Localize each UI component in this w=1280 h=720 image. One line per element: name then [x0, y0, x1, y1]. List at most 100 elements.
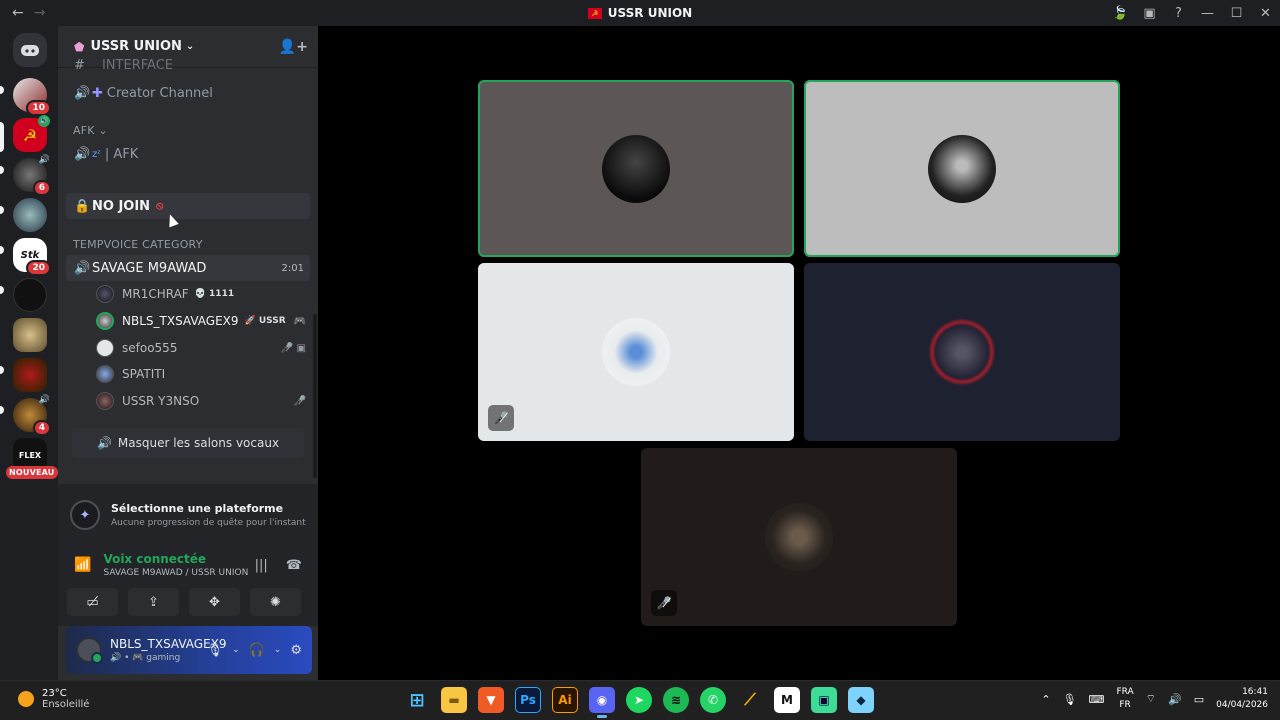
voice-member[interactable]: NBLS_TXSAVAGEX9 🚀 USSR 🎮 [96, 309, 306, 333]
soundboard-button[interactable]: ✺ [250, 588, 301, 616]
settings-gear-icon[interactable]: ⚙ [290, 643, 302, 658]
signal-icon[interactable]: 📶 [74, 557, 91, 573]
brave-browser-icon[interactable]: ▼ [478, 687, 504, 713]
ussr-flag-icon: ☭ [587, 7, 602, 19]
inbox-icon[interactable]: ▣ [1135, 6, 1164, 21]
channel-savage-m9awad[interactable]: 🔊 SAVAGE M9AWAD 2:01 [66, 255, 310, 281]
chat-app-icon[interactable]: ▣ [811, 687, 837, 713]
scrollbar[interactable] [313, 314, 317, 478]
voice-member[interactable]: USSR Y3NSO 🎤̸ [96, 389, 306, 413]
voice-member[interactable]: MR1CHRAF 💀 1111 [96, 282, 306, 306]
wifi-icon[interactable]: ⌔ [1146, 692, 1156, 706]
activities-button[interactable]: ✥ [189, 588, 240, 616]
language-indicator[interactable]: FRA FR [1116, 686, 1133, 712]
guild-icon-3[interactable]: 🔊 6 [13, 155, 51, 196]
channel-no-join[interactable]: 🔒 NO JOIN ⦸ [66, 193, 310, 219]
speaker-icon: 🔊 [38, 155, 50, 165]
system-tray: ⌃ 🎙 ⌨ FRA FR ⌔ 🔊 ▭ 16:41 04/04/2026 [1041, 686, 1268, 712]
forward-arrow-icon[interactable]: → [34, 5, 46, 21]
selected-pill [0, 122, 4, 152]
voice-member[interactable]: sefoo555 🎤̸ ▣ [96, 336, 306, 360]
speaker-icon: 🔊 [96, 436, 112, 450]
tile-user-1[interactable] [478, 80, 794, 257]
game-controller-icon: 🎮 [293, 315, 306, 327]
photoshop-icon[interactable]: Ps [515, 687, 541, 713]
muted-mic-icon: 🎤̸ ▣ [280, 342, 306, 354]
invite-icon[interactable]: 👤+ [279, 39, 308, 55]
server-name: USSR UNION [90, 39, 182, 54]
headphones-icon[interactable]: 🎧 [249, 643, 265, 658]
spotify-icon[interactable]: ≋ [663, 687, 689, 713]
guild-icon-6[interactable] [13, 278, 47, 312]
guild-icon-8[interactable] [13, 358, 47, 392]
minimize-button[interactable]: — [1193, 6, 1222, 21]
call-timer: 2:01 [281, 262, 304, 274]
disconnect-icon[interactable]: ☎ [286, 558, 302, 573]
battery-icon[interactable]: ▭ [1194, 693, 1204, 706]
screen-share-button[interactable]: ⇪ [128, 588, 179, 616]
windows-start-icon[interactable]: ⊞ [404, 687, 430, 713]
guild-icon-1[interactable]: 10 [13, 78, 51, 116]
avatar [96, 392, 114, 410]
discord-home-button[interactable] [13, 33, 47, 67]
window-title: USSR UNION [607, 6, 693, 20]
keyboard-icon[interactable]: ⌨ [1089, 693, 1105, 706]
pen-app-icon[interactable]: ⟋ [737, 687, 763, 713]
file-explorer-icon[interactable]: ▬ [441, 687, 467, 713]
close-button[interactable]: ✕ [1251, 6, 1280, 21]
illustrator-icon[interactable]: Ai [552, 687, 578, 713]
noise-suppression-icon[interactable]: ||| [255, 558, 268, 573]
discord-taskbar-icon[interactable]: ◉ [589, 687, 615, 718]
mention-badge: 4 [32, 420, 51, 436]
channel-afk[interactable]: 🔊 zᶻ | AFK [66, 141, 310, 167]
whatsapp-icon[interactable]: ✆ [700, 687, 726, 713]
participant-avatar [765, 503, 833, 571]
quest-leaf-icon[interactable]: 🍃 [1106, 6, 1135, 21]
category-afk[interactable]: AFK ⌄ [73, 124, 108, 137]
channel-creator[interactable]: 🔊 ✚ Creator Channel [66, 80, 310, 106]
voice-member[interactable]: SPATITI [96, 362, 306, 386]
chevron-up-icon[interactable]: ⌃ [1041, 693, 1050, 706]
voice-location[interactable]: SAVAGE M9AWAD / USSR UNION [103, 568, 248, 578]
voice-stage: 🎤̸ 🎤̸ [318, 26, 1280, 680]
guild-avatar [13, 358, 47, 392]
volume-icon[interactable]: 🔊 [1168, 693, 1182, 706]
mention-badge: 10 [26, 100, 51, 116]
guild-icon-4[interactable] [13, 198, 47, 232]
hide-voice-channels-button[interactable]: 🔊 Masquer les salons vocaux [72, 428, 304, 458]
chevron-down-icon[interactable]: ⌄ [232, 645, 240, 655]
camera-off-button[interactable]: ▭̸ [67, 588, 118, 616]
unread-pill [0, 406, 4, 414]
avatar[interactable] [76, 637, 103, 664]
m-app-icon[interactable]: M [774, 687, 800, 713]
guild-icon-ussr[interactable]: ☭ 🔊 [13, 115, 50, 152]
help-icon[interactable]: ? [1164, 6, 1193, 21]
weather-widget[interactable]: 23°C Ensoleillé [18, 688, 89, 710]
guild-icon-7[interactable] [13, 318, 47, 352]
guild-icon-stake[interactable]: Stk 20 [13, 238, 51, 276]
quest-panel[interactable]: ✦ Sélectionne une plateforme Aucune prog… [58, 484, 318, 546]
voice-connection-panel: 📶 Voix connectée SAVAGE M9AWAD / USSR UN… [58, 546, 318, 626]
launcher-app-icon[interactable]: ◆ [848, 687, 874, 713]
avatar [96, 339, 114, 357]
channel-interface-partial[interactable]: # INTERFACE [66, 58, 310, 72]
participant-avatar [928, 134, 996, 203]
tile-user-5[interactable]: 🎤̸ [641, 448, 957, 626]
maximize-button[interactable]: ☐ [1222, 6, 1251, 21]
microphone-tray-icon[interactable]: 🎙 [1063, 693, 1077, 706]
microphone-icon[interactable]: 🎙 [207, 643, 224, 658]
tile-user-2[interactable] [804, 80, 1120, 257]
sun-icon [18, 691, 34, 707]
share-app-icon[interactable]: ➤ [626, 687, 652, 713]
mention-badge: 20 [26, 260, 51, 276]
guild-icon-9[interactable]: 🔊 4 [13, 395, 51, 436]
back-arrow-icon[interactable]: ← [12, 5, 24, 21]
category-tempvoice[interactable]: TEMPVOICE CATEGORY [73, 238, 203, 251]
chevron-down-icon[interactable]: ⌄ [274, 645, 282, 655]
tile-user-3[interactable]: 🎤̸ [478, 263, 794, 441]
voice-active-icon: 🔊 [38, 115, 50, 127]
voice-status[interactable]: Voix connectée [103, 552, 248, 566]
clock[interactable]: 16:41 04/04/2026 [1216, 686, 1268, 712]
zzz-icon: zᶻ [92, 148, 101, 160]
tile-user-4[interactable] [804, 263, 1120, 441]
